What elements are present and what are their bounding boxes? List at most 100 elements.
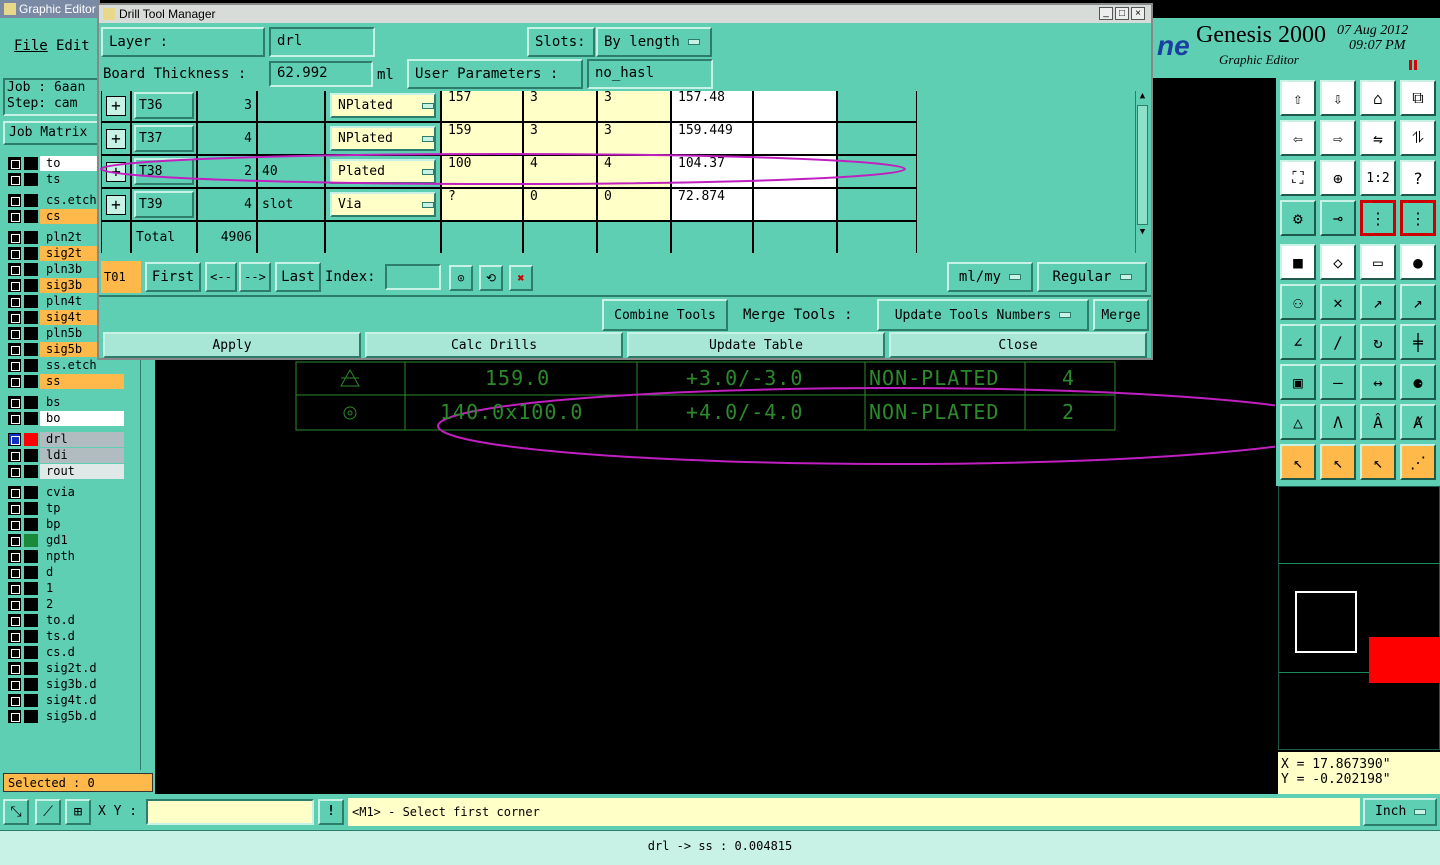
expand-box-icon[interactable]: + — [106, 95, 126, 116]
menu-edit[interactable]: Edit — [56, 38, 90, 54]
layer-row[interactable]: 1 — [6, 581, 124, 596]
layer-checkbox[interactable] — [8, 710, 21, 723]
center-icon[interactable]: ⊕ — [1320, 160, 1356, 196]
layer-checkbox[interactable] — [8, 534, 21, 547]
measure-span-icon[interactable]: ↔ — [1360, 364, 1396, 400]
layer-checkbox[interactable] — [8, 210, 21, 223]
layer-checkbox[interactable] — [8, 263, 21, 276]
layer-checkbox[interactable] — [8, 694, 21, 707]
layer-color-swatch[interactable] — [24, 327, 38, 340]
layer-color-swatch[interactable] — [24, 582, 38, 595]
cell-tol_plus-input[interactable]: 3 — [523, 91, 597, 122]
layer-checkbox[interactable] — [8, 598, 21, 611]
layer-color-swatch[interactable] — [24, 279, 38, 292]
layer-row[interactable]: 2 — [6, 597, 124, 612]
layer-color-swatch[interactable] — [24, 311, 38, 324]
rotate-icon[interactable]: ↻ — [1360, 324, 1396, 360]
layer-color-swatch[interactable] — [24, 433, 38, 446]
close-button[interactable]: Close — [889, 332, 1147, 358]
type-dropdown[interactable]: NPlated — [330, 93, 436, 118]
dot-icon[interactable]: ● — [1400, 244, 1436, 280]
menu-file[interactable]: File — [14, 38, 48, 54]
layer-color-swatch[interactable] — [24, 534, 38, 547]
snapshot-icon[interactable]: ■ — [1280, 244, 1316, 280]
layer-row[interactable]: ss — [6, 374, 124, 389]
layer-checkbox[interactable] — [8, 327, 21, 340]
nav-next-button[interactable]: --> — [239, 262, 271, 292]
layer-color-swatch[interactable] — [24, 518, 38, 531]
layer-checkbox[interactable] — [8, 465, 21, 478]
point-icon[interactable]: ↗ — [1360, 284, 1396, 320]
layer-checkbox[interactable] — [8, 566, 21, 579]
layer-color-swatch[interactable] — [24, 678, 38, 691]
layer-color-swatch[interactable] — [24, 550, 38, 563]
cell-extra-input[interactable] — [753, 91, 837, 122]
layer-row[interactable]: bo — [6, 411, 124, 426]
layer-color-swatch[interactable] — [24, 359, 38, 372]
layer-color-swatch[interactable] — [24, 295, 38, 308]
layer-checkbox[interactable] — [8, 646, 21, 659]
layer-row[interactable]: ts.d — [6, 629, 124, 644]
zoom-area-icon[interactable]: ⤡ — [3, 799, 29, 825]
scroll-up-arrow[interactable]: ▲ — [1136, 91, 1149, 103]
layer-checkbox[interactable] — [8, 247, 21, 260]
mirror-icon[interactable]: ⇋ — [1360, 120, 1396, 156]
layer-row[interactable]: to.d — [6, 613, 124, 628]
layer-checkbox[interactable] — [8, 630, 21, 643]
pin-icon[interactable]: ⚈ — [1400, 364, 1436, 400]
layer-checkbox[interactable] — [8, 582, 21, 595]
swap-icon[interactable]: ⥮ — [1400, 120, 1436, 156]
layer-row[interactable]: bp — [6, 517, 124, 532]
probe-icon[interactable]: ⊸ — [1320, 200, 1356, 236]
scale-icon[interactable]: 1:2 — [1360, 160, 1396, 196]
layer-checkbox[interactable] — [8, 295, 21, 308]
overview-view-box[interactable] — [1295, 591, 1357, 653]
xy-input[interactable] — [146, 799, 314, 825]
search-tool-icon[interactable]: ⊙ — [449, 265, 473, 291]
tool-name-box[interactable]: T36 — [134, 92, 194, 119]
layer-checkbox[interactable] — [8, 194, 21, 207]
trace-icon[interactable]: — — [1320, 364, 1356, 400]
layer-scrollbar[interactable] — [140, 360, 152, 770]
layer-checkbox[interactable] — [8, 412, 21, 425]
line-icon[interactable]: / — [1320, 324, 1356, 360]
shift-left-icon[interactable]: ⇦ — [1280, 120, 1316, 156]
layer-row[interactable]: gd1 — [6, 533, 124, 548]
cross-icon[interactable]: ✕ — [1320, 284, 1356, 320]
nav-first-button[interactable]: First — [145, 262, 201, 292]
layer-checkbox[interactable] — [8, 311, 21, 324]
scroll-thumb[interactable] — [1137, 105, 1148, 225]
layer-checkbox[interactable] — [8, 173, 21, 186]
shift-right-icon[interactable]: ⇨ — [1320, 120, 1356, 156]
index-field[interactable] — [385, 264, 441, 290]
calc-drills-button[interactable]: Calc Drills — [365, 332, 623, 358]
layer-color-swatch[interactable] — [24, 449, 38, 462]
delete-tool-icon[interactable]: ✖ — [509, 265, 533, 291]
layer-color-swatch[interactable] — [24, 614, 38, 627]
layer-row[interactable]: bs — [6, 395, 124, 410]
layer-row[interactable]: tp — [6, 501, 124, 516]
table-scrollbar[interactable]: ▲ ▼ — [1135, 91, 1149, 253]
apply-button[interactable]: Apply — [103, 332, 361, 358]
layer-checkbox[interactable] — [8, 231, 21, 244]
grid-icon[interactable]: ⊞ — [65, 799, 91, 825]
scroll-down-arrow[interactable]: ▼ — [1136, 227, 1149, 239]
net-select-icon[interactable]: ⋮ — [1400, 200, 1436, 236]
layer-color-swatch[interactable] — [24, 662, 38, 675]
layer-checkbox[interactable] — [8, 343, 21, 356]
cell-tol_minus-input[interactable]: 3 — [597, 91, 671, 122]
nav-prev-button[interactable]: <-- — [205, 262, 237, 292]
cell-finish-input[interactable]: 157.48 — [671, 91, 753, 122]
zoom-line-icon[interactable]: ⟋ — [35, 799, 61, 825]
expand-row-icon[interactable]: + — [101, 91, 131, 122]
layer-checkbox[interactable] — [8, 678, 21, 691]
expand-box-icon[interactable]: + — [106, 194, 126, 215]
layer-checkbox[interactable] — [8, 486, 21, 499]
close-window-button[interactable]: × — [1131, 7, 1145, 20]
layer-checkbox[interactable] — [8, 518, 21, 531]
layer-color-swatch[interactable] — [24, 694, 38, 707]
layer-color-swatch[interactable] — [24, 412, 38, 425]
layer-color-swatch[interactable] — [24, 598, 38, 611]
maximize-button[interactable]: □ — [1115, 7, 1129, 20]
layer-checkbox[interactable] — [8, 396, 21, 409]
